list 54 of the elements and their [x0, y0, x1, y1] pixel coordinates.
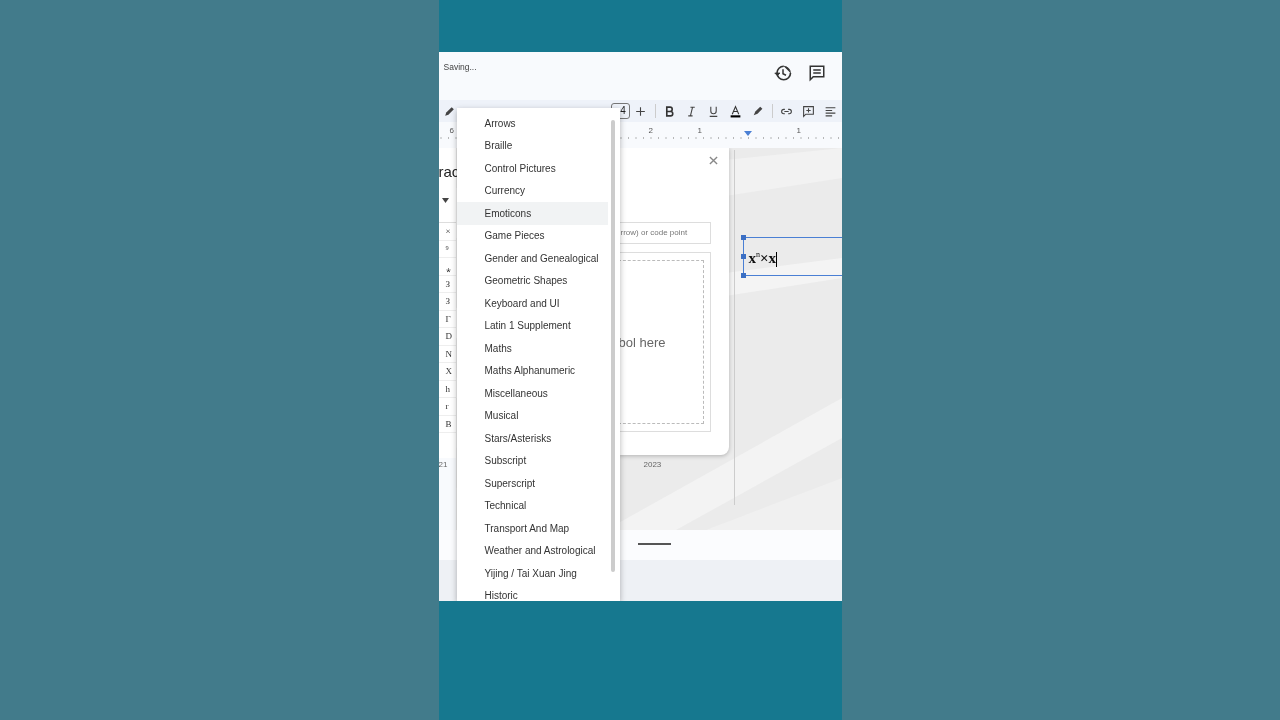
add-comment-icon[interactable]: [802, 104, 815, 118]
character-cell[interactable]: Γ: [438, 310, 456, 328]
scrollbar[interactable]: [610, 120, 615, 572]
menu-item[interactable]: Stars/Asterisks: [456, 427, 608, 450]
text-color-icon[interactable]: [729, 104, 743, 118]
character-cell[interactable]: r: [438, 398, 456, 416]
menu-item[interactable]: Transport And Map: [456, 517, 608, 540]
character-cell[interactable]: ⁎: [438, 258, 456, 276]
menu-item[interactable]: Braille: [456, 134, 608, 157]
menu-item[interactable]: Yijing / Tai Xuan Jing: [456, 562, 608, 585]
character-cell[interactable]: ×: [438, 223, 456, 241]
menu-item[interactable]: Arrows: [456, 112, 608, 135]
character-cell[interactable]: B: [438, 415, 456, 433]
menu-item[interactable]: Subscript: [456, 449, 608, 472]
pencil-icon[interactable]: [442, 104, 456, 118]
align-left-icon[interactable]: [824, 104, 837, 118]
comment-icon[interactable]: [807, 64, 826, 82]
character-cell[interactable]: З: [438, 275, 456, 293]
menu-item[interactable]: Miscellaneous: [456, 382, 608, 405]
menu-item[interactable]: Game Pieces: [456, 224, 608, 247]
dropdown-caret-icon[interactable]: [441, 198, 449, 203]
menu-item[interactable]: Technical: [456, 494, 608, 517]
plus-icon[interactable]: [634, 104, 648, 118]
close-icon[interactable]: [708, 156, 718, 165]
text-box[interactable]: x$^{n}$×x: [742, 237, 842, 276]
history-icon[interactable]: [773, 64, 792, 82]
character-cell[interactable]: ⁹: [438, 240, 456, 258]
menu-item[interactable]: Currency: [456, 179, 608, 202]
menu-item[interactable]: Maths Alphanumeric: [456, 359, 608, 382]
character-cell[interactable]: X: [438, 363, 456, 381]
ruler-number: 6: [449, 126, 454, 135]
menu-item[interactable]: Emoticons: [456, 202, 608, 225]
menu-item[interactable]: Geometric Shapes: [456, 269, 608, 292]
ruler-number: 2: [648, 126, 653, 135]
menu-item[interactable]: Weather and Astrological: [456, 539, 608, 562]
menu-item[interactable]: Gender and Genealogical: [456, 247, 608, 270]
character-cell[interactable]: З: [438, 293, 456, 311]
character-cell[interactable]: h: [438, 380, 456, 398]
menu-item[interactable]: Keyboard and UI: [456, 292, 608, 315]
timeline-label: 2023: [643, 460, 662, 469]
character-cell[interactable]: D: [438, 328, 456, 346]
ruler-number: 1: [697, 126, 702, 135]
timeline-label: 21: [438, 460, 448, 469]
menu-item[interactable]: Latin 1 Supplement: [456, 314, 608, 337]
menu-item[interactable]: Superscript: [456, 472, 608, 495]
character-cell[interactable]: N: [438, 345, 456, 363]
menu-item[interactable]: Historic: [456, 584, 608, 601]
menu-item[interactable]: Maths: [456, 337, 608, 360]
saving-status: Saving...: [443, 62, 477, 72]
line-icon: [637, 543, 671, 545]
highlighter-icon[interactable]: [751, 104, 765, 118]
bold-icon[interactable]: [663, 104, 677, 118]
ruler-number: 1: [796, 126, 801, 135]
menu-item[interactable]: Musical: [456, 404, 608, 427]
